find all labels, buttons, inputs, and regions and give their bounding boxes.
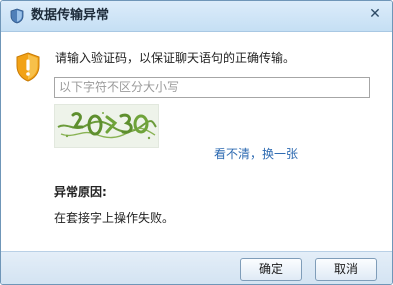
captcha-input-placeholder: 以下字符不区分大小写 [59, 80, 180, 94]
cancel-button[interactable]: 取消 [315, 258, 377, 281]
title-bar[interactable]: 数据传输异常 ✕ [1, 1, 392, 32]
shield-icon [10, 8, 24, 24]
captcha-input[interactable]: 以下字符不区分大小写 [54, 77, 370, 98]
warning-shield-icon [16, 52, 40, 82]
close-button[interactable]: ✕ [367, 6, 383, 22]
dialog-title: 数据传输异常 [31, 8, 110, 23]
error-reason-text: 在套接字上操作失败。 [54, 211, 175, 225]
refresh-captcha-link[interactable]: 看不清，换一张 [214, 146, 298, 162]
prompt-text: 请输入验证码，以保证聊天语句的正确传输。 [55, 51, 296, 65]
captcha-image[interactable] [54, 104, 159, 148]
dialog-body: 请输入验证码，以保证聊天语句的正确传输。 以下字符不区分大小写 看不清，换一张 … [1, 32, 392, 252]
ok-button[interactable]: 确定 [240, 258, 302, 281]
error-reason-heading: 异常原因: [54, 185, 107, 199]
close-icon: ✕ [369, 6, 381, 22]
button-bar: 确定 取消 [1, 251, 392, 284]
dialog-window: 数据传输异常 ✕ 请输入验证码，以保证聊天语句的正确传输。 以下字符不区分大小写 [0, 0, 393, 285]
